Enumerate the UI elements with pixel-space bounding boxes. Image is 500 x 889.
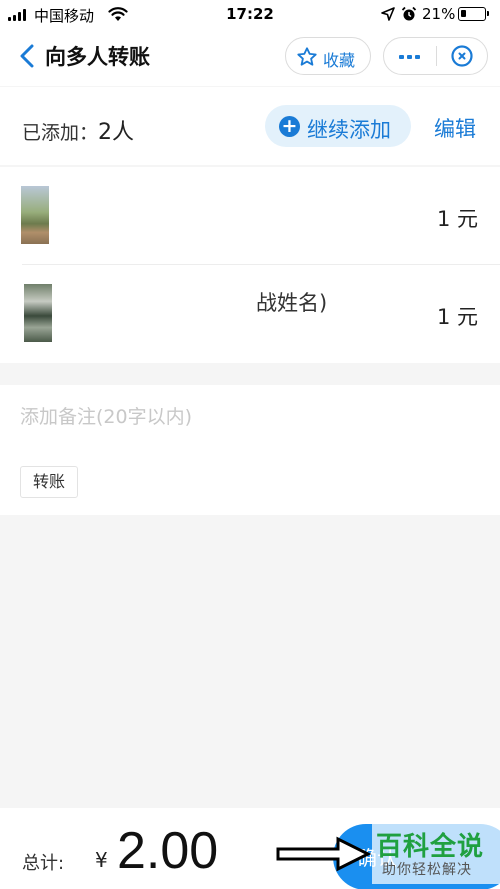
star-icon <box>297 47 317 66</box>
recipient-amount[interactable]: 1 元 <box>437 203 478 233</box>
favorite-label: 收藏 <box>323 51 356 70</box>
added-label-text: 已添加： <box>22 122 99 144</box>
avatar <box>24 284 52 342</box>
recipient-amount[interactable]: 1 元 <box>437 301 478 331</box>
remark-area: 转账 <box>0 385 500 515</box>
close-button[interactable] <box>437 38 488 74</box>
recipient-list: 1 元 战姓名) 1 元 <box>0 167 500 363</box>
favorite-button[interactable]: 收藏 <box>285 37 371 75</box>
page-title: 向多人转账 <box>45 45 150 69</box>
location-arrow-icon <box>381 7 395 21</box>
arrow-annotation-icon <box>276 836 372 872</box>
battery-percent: 21% <box>422 5 456 23</box>
watermark-subtitle: 助你轻松解决 <box>382 862 472 878</box>
add-more-label: 继续添加 <box>307 118 391 142</box>
edit-link[interactable]: 编辑 <box>434 113 476 143</box>
more-dots-icon[interactable] <box>384 38 436 74</box>
avatar <box>21 186 49 244</box>
remark-input[interactable] <box>20 400 480 434</box>
watermark: 百科全说 助你轻松解决 <box>372 824 500 884</box>
added-label: 已添加：2人 <box>22 114 134 146</box>
row-divider <box>22 264 500 265</box>
battery-icon <box>458 7 489 21</box>
currency-symbol: ¥ <box>95 848 108 872</box>
total-label: 总计: <box>22 853 65 874</box>
watermark-title: 百科全说 <box>376 832 485 862</box>
added-summary-row: 已添加：2人 + 继续添加 编辑 <box>0 87 500 165</box>
total-amount: 2.00 <box>117 822 219 880</box>
add-more-button[interactable]: + 继续添加 <box>265 105 411 147</box>
remark-tag-chip[interactable]: 转账 <box>20 466 78 498</box>
chevron-left-icon[interactable] <box>18 44 36 68</box>
close-target-icon <box>451 45 473 67</box>
plus-circle-icon: + <box>279 116 300 137</box>
alarm-clock-icon <box>401 6 417 21</box>
battery-level-fill <box>461 10 466 17</box>
mini-app-capsule <box>383 37 488 75</box>
added-count: 2人 <box>98 120 135 145</box>
recipient-name: 战姓名) <box>256 291 328 315</box>
